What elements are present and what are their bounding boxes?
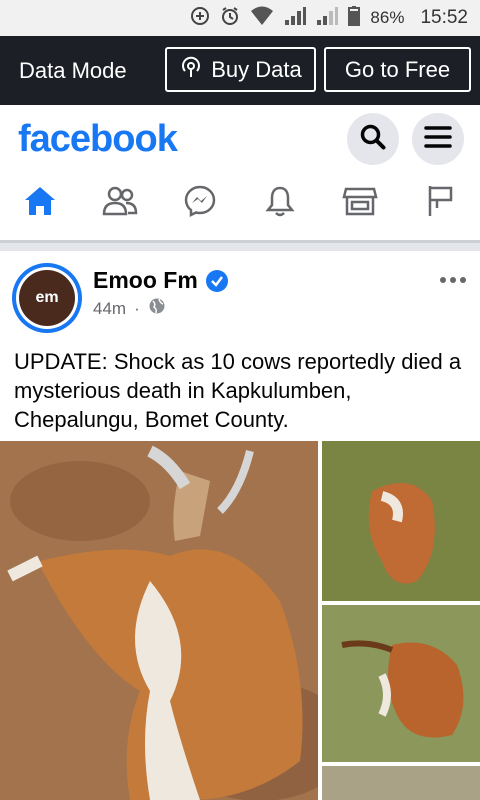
buy-data-label: Buy Data [211, 56, 302, 82]
tab-home[interactable] [20, 183, 60, 223]
battery-percent: 86% [370, 8, 405, 27]
search-icon [359, 123, 387, 156]
alarm-icon [220, 6, 240, 31]
buy-data-button[interactable]: Buy Data [165, 47, 316, 92]
tab-pages[interactable] [420, 183, 460, 223]
post-text: UPDATE: Shock as 10 cows reportedly died… [14, 349, 462, 432]
hamburger-menu-icon [424, 125, 452, 154]
post-meta: 44m · [93, 297, 166, 320]
status-bar: 86% 15:52 [0, 0, 480, 36]
post-photo-4[interactable] [322, 766, 480, 800]
messenger-icon [183, 184, 217, 223]
tab-notifications[interactable] [260, 183, 300, 223]
go-to-free-button[interactable]: Go to Free [324, 47, 471, 92]
flag-icon [425, 184, 455, 223]
tab-messenger[interactable] [180, 183, 220, 223]
menu-button[interactable] [412, 113, 464, 165]
facebook-logo[interactable]: facebook [18, 118, 178, 161]
data-mode-bar: Data Mode Buy Data Go to Free [0, 36, 480, 105]
search-button[interactable] [347, 113, 399, 165]
tab-friends[interactable] [100, 183, 140, 223]
home-icon [23, 185, 57, 222]
post-photo-2[interactable] [322, 441, 480, 601]
store-icon [342, 185, 378, 222]
feed-post: em Emoo Fm 44m · UPDATE: Shock as 10 cow… [0, 251, 480, 800]
verified-badge-icon [205, 269, 228, 292]
main-nav [0, 177, 480, 232]
feed-separator [0, 243, 480, 251]
post-author[interactable]: Emoo Fm [93, 267, 228, 294]
clock: 15:52 [420, 7, 468, 28]
bell-icon [265, 185, 295, 222]
tab-marketplace[interactable] [340, 183, 380, 223]
post-time[interactable]: 44m [93, 299, 126, 319]
avatar-text: em [35, 289, 59, 306]
broadcast-icon [179, 55, 203, 85]
more-dot [460, 277, 466, 283]
more-dot [440, 277, 446, 283]
globe-icon [148, 297, 166, 320]
signal-icon [284, 6, 307, 31]
go-to-free-label: Go to Free [344, 56, 451, 82]
post-photo-3[interactable] [322, 605, 480, 762]
data-saver-icon [190, 6, 210, 31]
signal-icon-2 [316, 6, 339, 31]
data-mode-label: Data Mode [19, 58, 127, 83]
friends-icon [102, 185, 138, 222]
app-header: facebook [0, 105, 480, 243]
more-dot [450, 277, 456, 283]
battery-icon [348, 5, 361, 31]
meta-separator: · [134, 298, 140, 318]
author-name[interactable]: Emoo Fm [93, 267, 198, 294]
wifi-icon [250, 6, 274, 31]
post-photo-main[interactable] [0, 441, 318, 800]
post-options-button[interactable] [440, 277, 466, 283]
avatar[interactable]: em [12, 263, 82, 333]
